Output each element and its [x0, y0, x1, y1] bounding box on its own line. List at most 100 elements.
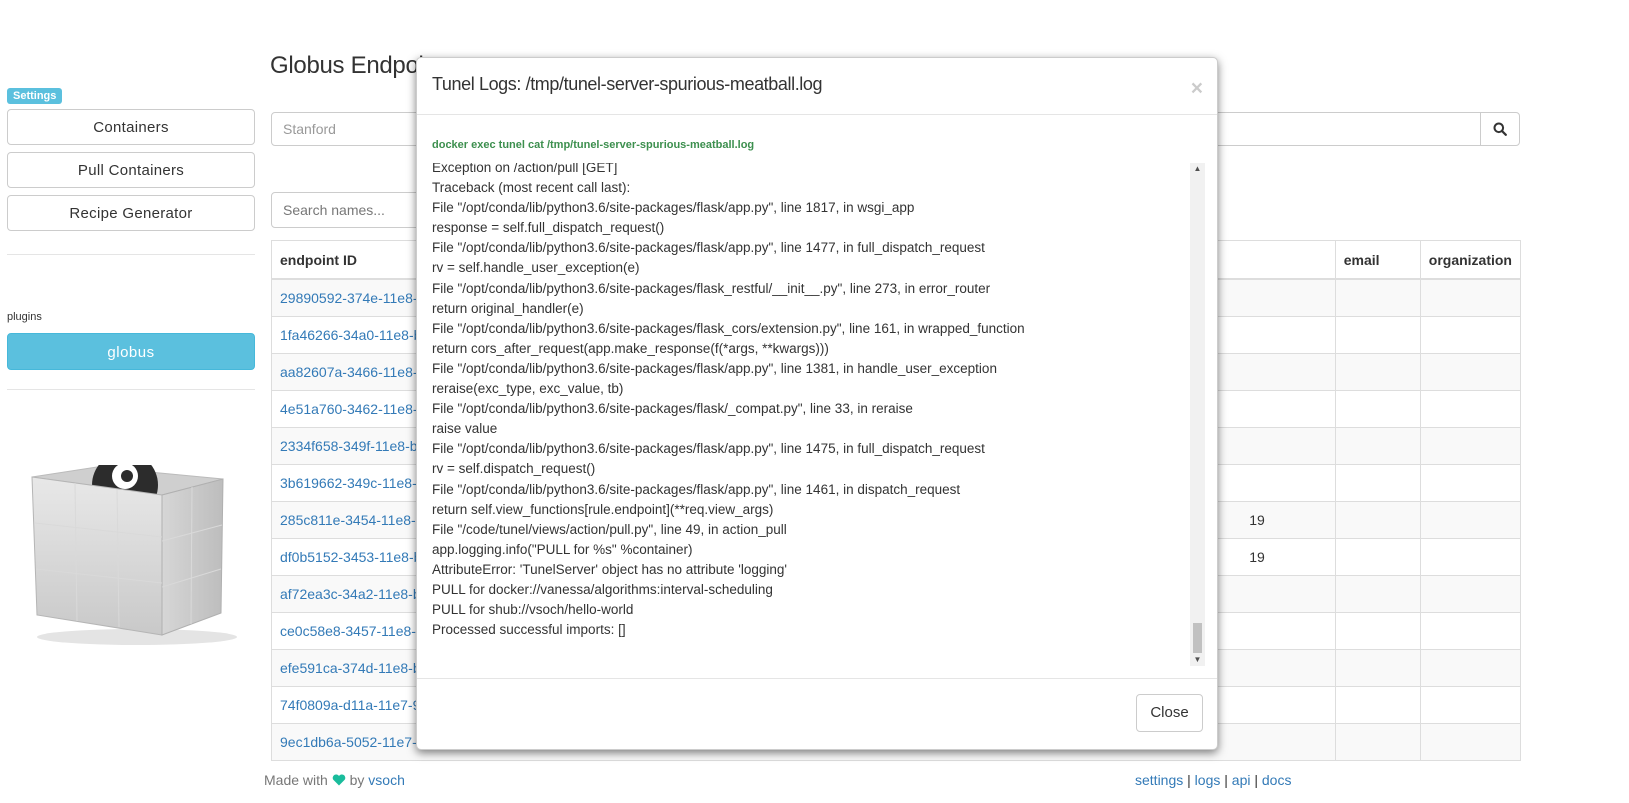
modal-close-icon[interactable]: ×	[1191, 78, 1203, 99]
organization-cell	[1419, 575, 1522, 613]
settings-badge[interactable]: Settings	[7, 88, 63, 104]
footer-made-with: Made with	[264, 772, 328, 788]
log-line: rv = self.dispatch_request()	[432, 461, 596, 477]
email-cell	[1334, 649, 1421, 687]
logs-link[interactable]: logs	[1195, 772, 1221, 788]
footer-by: by	[349, 772, 365, 788]
log-line: File "/opt/conda/lib/python3.6/site-pack…	[432, 481, 961, 497]
log-line: File "/opt/conda/lib/python3.6/site-pack…	[432, 240, 985, 256]
log-line: AttributeError: 'TunelServer' object has…	[432, 561, 787, 577]
settings-link[interactable]: settings	[1135, 772, 1183, 788]
organization-cell	[1419, 723, 1522, 761]
log-line: File "/opt/conda/lib/python3.6/site-pack…	[432, 401, 913, 417]
footer-separator: |	[1187, 772, 1191, 788]
email-cell	[1334, 427, 1421, 465]
search-icon	[1493, 122, 1507, 136]
log-line: PULL for shub://vsoch/hello-world	[432, 602, 634, 618]
close-button[interactable]: Close	[1136, 694, 1203, 732]
log-line: return original_handler(e)	[432, 300, 584, 316]
endpoint-id-link[interactable]: 285c811e-3454-11e8-	[280, 512, 416, 528]
api-link[interactable]: api	[1232, 772, 1251, 788]
organization-cell	[1419, 538, 1522, 576]
tunel-mascot-logo	[31, 465, 237, 645]
endpoint-id-link[interactable]: af72ea3c-34a2-11e8-b	[280, 586, 421, 602]
endpoint-id-link[interactable]: 29890592-374e-11e8-	[280, 290, 418, 306]
pull-containers-button[interactable]: Pull Containers	[7, 152, 255, 188]
log-output[interactable]: Exception on /action/pull [GET] Traceback…	[432, 163, 1184, 666]
footer-links: settings | logs | api | docs	[1135, 772, 1291, 788]
row-extra-value: 19	[1249, 549, 1265, 565]
email-cell	[1334, 353, 1421, 391]
column-header-email[interactable]: email	[1334, 240, 1421, 280]
log-line: File "/opt/conda/lib/python3.6/site-pack…	[432, 320, 1025, 336]
modal-header: Tunel Logs: /tmp/tunel-server-spurious-m…	[417, 58, 1217, 115]
log-line: PULL for docker://vanessa/algorithms:int…	[432, 581, 773, 597]
containers-button[interactable]: Containers	[7, 109, 255, 145]
email-cell	[1334, 686, 1421, 724]
organization-cell	[1419, 464, 1522, 502]
organization-cell	[1419, 316, 1522, 354]
organization-cell	[1419, 278, 1522, 317]
log-command: docker exec tunel cat /tmp/tunel-server-…	[432, 139, 755, 151]
log-line: response = self.full_dispatch_request()	[432, 220, 665, 236]
search-button[interactable]	[1480, 112, 1520, 146]
scroll-down-icon[interactable]: ▼	[1190, 654, 1205, 666]
email-cell	[1334, 723, 1421, 761]
endpoint-id-link[interactable]: ce0c58e8-3457-11e8-	[280, 623, 416, 639]
log-line: File "/opt/conda/lib/python3.6/site-pack…	[432, 360, 997, 376]
endpoint-id-link[interactable]: 3b619662-349c-11e8-	[280, 475, 417, 491]
author-link[interactable]: vsoch	[368, 772, 405, 788]
recipe-generator-button[interactable]: Recipe Generator	[7, 195, 255, 231]
globus-plugin-button[interactable]: globus	[7, 333, 255, 370]
email-cell	[1334, 464, 1421, 502]
log-line: return cors_after_request(app.make_respo…	[432, 340, 829, 356]
endpoint-id-link[interactable]: 1fa46266-34a0-11e8-b	[280, 327, 421, 343]
sidebar-divider	[7, 389, 255, 390]
row-extra-value: 19	[1249, 512, 1265, 528]
email-cell	[1334, 612, 1421, 650]
docs-link[interactable]: docs	[1262, 772, 1292, 788]
sidebar-divider	[7, 254, 255, 255]
endpoint-id-link[interactable]: 2334f658-349f-11e8-b	[280, 438, 418, 454]
heart-icon	[332, 774, 345, 786]
modal-title: Tunel Logs: /tmp/tunel-server-spurious-m…	[432, 74, 823, 94]
log-line: app.logging.info("PULL for %s" %containe…	[432, 541, 693, 557]
email-cell	[1334, 538, 1421, 576]
organization-cell	[1419, 649, 1522, 687]
logs-modal: Tunel Logs: /tmp/tunel-server-spurious-m…	[416, 57, 1218, 750]
log-line: rv = self.handle_user_exception(e)	[432, 260, 640, 276]
log-line: Traceback (most recent call last):	[432, 180, 631, 196]
footer-separator: |	[1224, 772, 1228, 788]
endpoint-id-link[interactable]: efe591ca-374d-11e8-b	[280, 660, 421, 676]
log-line: raise value	[432, 421, 498, 437]
log-line: File "/opt/conda/lib/python3.6/site-pack…	[432, 441, 985, 457]
log-line: File "/code/tunel/views/action/pull.py",…	[432, 521, 787, 537]
organization-cell	[1419, 501, 1522, 539]
email-cell	[1334, 278, 1421, 317]
organization-cell	[1419, 686, 1522, 724]
log-line: Processed successful imports: []	[432, 622, 626, 638]
endpoint-id-link[interactable]: 4e51a760-3462-11e8-	[280, 401, 418, 417]
log-line: reraise(exc_type, exc_value, tb)	[432, 381, 624, 397]
endpoint-id-link[interactable]: 9ec1db6a-5052-11e7-	[280, 734, 417, 750]
log-line: Exception on /action/pull [GET]	[432, 163, 618, 175]
endpoint-id-link[interactable]: df0b5152-3453-11e8-b	[280, 549, 421, 565]
footer-separator: |	[1254, 772, 1258, 788]
modal-footer: Close	[417, 678, 1217, 749]
organization-cell	[1419, 612, 1522, 650]
scroll-thumb[interactable]	[1193, 623, 1202, 653]
endpoint-id-link[interactable]: 74f0809a-d11a-11e7-9	[280, 697, 420, 713]
page-title: Globus Endpoi	[270, 52, 424, 79]
log-line: File "/opt/conda/lib/python3.6/site-pack…	[432, 200, 915, 216]
log-line: File "/opt/conda/lib/python3.6/site-pack…	[432, 280, 991, 296]
email-cell	[1334, 316, 1421, 354]
column-header-organization[interactable]: organization	[1419, 240, 1522, 280]
organization-cell	[1419, 353, 1522, 391]
scroll-up-icon[interactable]: ▲	[1190, 163, 1205, 175]
endpoint-id-link[interactable]: aa82607a-3466-11e8-	[280, 364, 418, 380]
organization-cell	[1419, 390, 1522, 428]
email-cell	[1334, 390, 1421, 428]
plugins-label: plugins	[7, 311, 42, 323]
log-line: return self.view_functions[rule.endpoint…	[432, 501, 774, 517]
log-scrollbar[interactable]: ▲ ▼	[1190, 163, 1205, 666]
